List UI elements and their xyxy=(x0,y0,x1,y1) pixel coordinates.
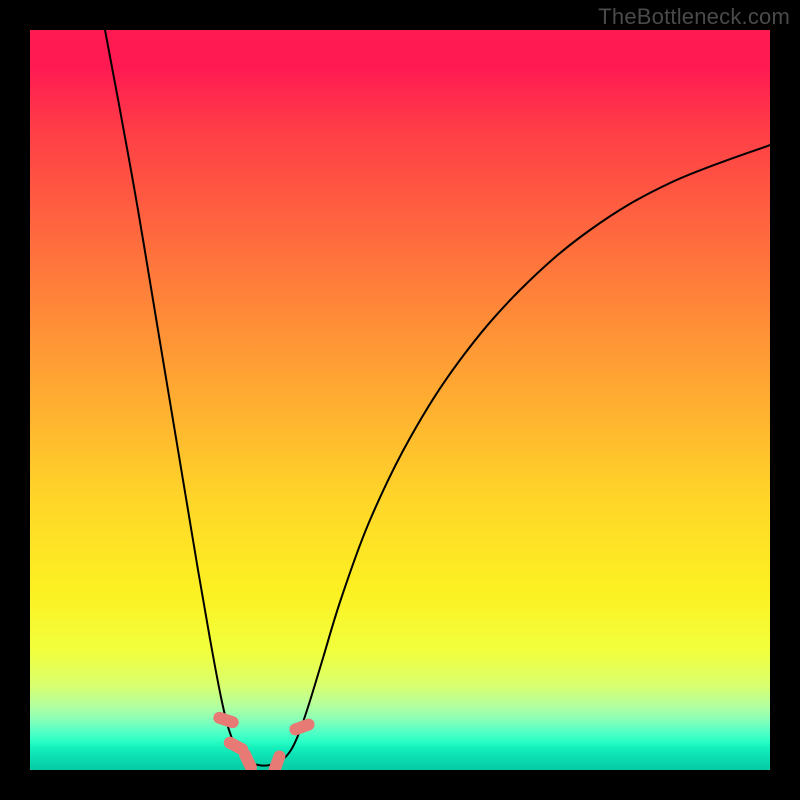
valley-marker xyxy=(212,710,240,729)
chart-frame: TheBottleneck.com xyxy=(0,0,800,800)
valley-marker xyxy=(288,717,317,737)
watermark-text: TheBottleneck.com xyxy=(598,4,790,30)
curve-layer xyxy=(30,30,770,770)
plot-area xyxy=(30,30,770,770)
bottleneck-curve xyxy=(105,30,770,766)
valley-marker xyxy=(267,749,287,770)
valley-markers xyxy=(212,710,316,770)
